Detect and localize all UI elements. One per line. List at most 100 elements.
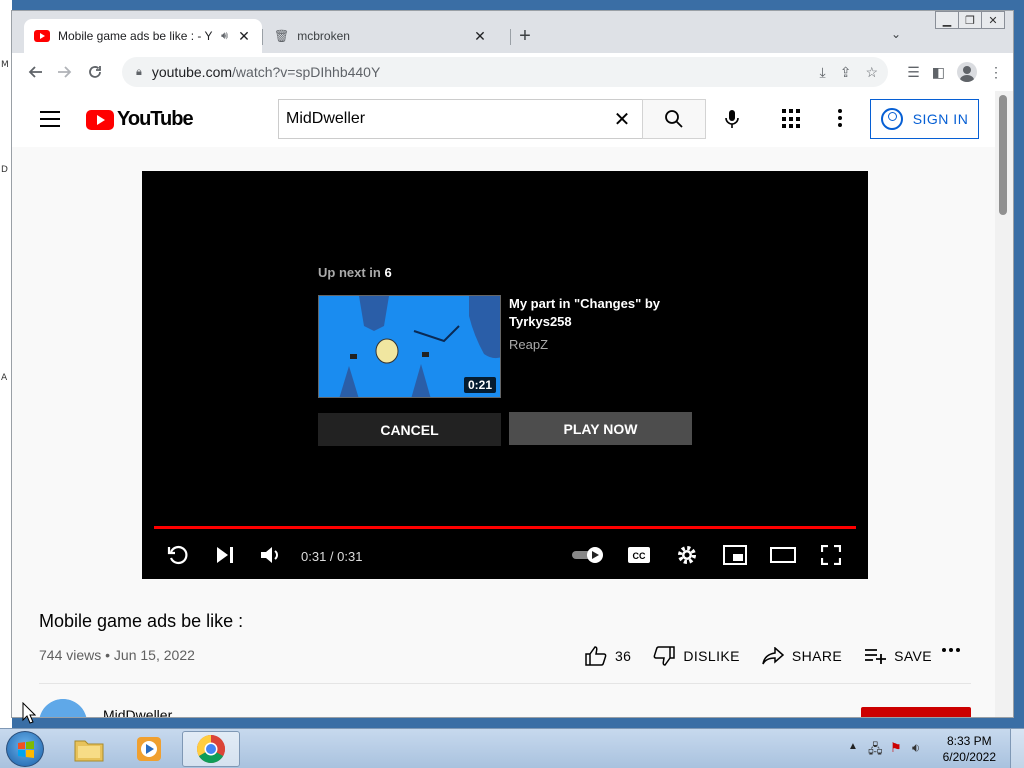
- network-icon[interactable]: 🖧︎: [868, 740, 883, 762]
- start-button[interactable]: [6, 731, 44, 767]
- folder-icon: [74, 740, 104, 762]
- minimize-button[interactable]: ▁: [935, 11, 959, 29]
- close-tab-icon[interactable]: ✕: [472, 28, 488, 45]
- subscribe-button[interactable]: SUBSCRIBE: [861, 707, 971, 717]
- cancel-autoplay-button[interactable]: CANCEL: [318, 413, 501, 446]
- theater-mode-button[interactable]: [770, 543, 796, 567]
- tab-search-icon[interactable]: ⌄: [891, 27, 901, 41]
- channel-name[interactable]: MidDweller: [103, 707, 172, 717]
- video-actions: 36 DISLIKE SHARE SAVE: [585, 639, 954, 673]
- clock[interactable]: 8:33 PM 6/20/2022: [943, 733, 996, 765]
- bookmark-star-icon[interactable]: ☆: [865, 64, 878, 81]
- clock-time: 8:33 PM: [946, 734, 992, 748]
- settings-more-icon[interactable]: [838, 109, 844, 130]
- speaker-icon[interactable]: 🔊︎: [221, 30, 228, 43]
- search-icon: [665, 110, 683, 128]
- desktop-icon-label: A: [1, 373, 8, 383]
- side-panel-icon[interactable]: ◧: [932, 64, 945, 81]
- next-button[interactable]: [212, 543, 238, 567]
- miniplayer-button[interactable]: [722, 543, 748, 567]
- show-desktop-button[interactable]: [1010, 729, 1024, 768]
- like-count: 36: [615, 648, 632, 664]
- reload-button[interactable]: [80, 57, 110, 87]
- save-button[interactable]: SAVE: [864, 648, 932, 664]
- youtube-apps-icon[interactable]: [782, 109, 802, 129]
- sign-in-label: SIGN IN: [912, 111, 969, 127]
- share-page-icon[interactable]: ⇪: [840, 64, 852, 81]
- autoplay-toggle[interactable]: [569, 543, 607, 567]
- reading-list-icon[interactable]: ☰: [907, 64, 920, 81]
- share-button[interactable]: SHARE: [762, 647, 842, 665]
- taskbar-media-player[interactable]: [120, 731, 178, 767]
- forward-button[interactable]: [50, 57, 80, 87]
- play-now-button[interactable]: PLAY NOW: [509, 412, 692, 445]
- youtube-play-icon: [86, 109, 114, 130]
- taskbar-chrome[interactable]: [182, 731, 240, 767]
- mute-button[interactable]: [258, 543, 284, 567]
- profile-avatar-icon[interactable]: [957, 62, 977, 82]
- browser-toolbar: 🔒︎ youtube.com/watch?v=spDIhhb440Y ⤓ ⇪ ☆…: [12, 53, 1013, 91]
- tab-youtube[interactable]: Mobile game ads be like : - Y 🔊︎ ✕: [24, 19, 262, 53]
- next-video-channel: ReapZ: [509, 337, 549, 352]
- url-text[interactable]: youtube.com/watch?v=spDIhhb440Y: [152, 64, 820, 80]
- close-window-button[interactable]: ✕: [981, 11, 1005, 29]
- page-scrollbar[interactable]: [995, 91, 1013, 717]
- sign-in-button[interactable]: SIGN IN: [870, 99, 979, 139]
- fullscreen-icon: [821, 545, 841, 565]
- search-input[interactable]: MidDweller ✕: [278, 99, 642, 139]
- svg-text:CC: CC: [633, 551, 646, 561]
- like-button[interactable]: 36: [585, 646, 631, 666]
- windows-logo-icon: [18, 741, 34, 758]
- skip-next-icon: [217, 547, 233, 563]
- progress-bar[interactable]: [154, 526, 856, 529]
- more-actions-icon[interactable]: [942, 648, 960, 652]
- desktop-icon-label: M: [1, 60, 9, 70]
- new-tab-button[interactable]: +: [514, 25, 536, 48]
- captions-button[interactable]: CC: [626, 543, 652, 567]
- dislike-button[interactable]: DISLIKE: [653, 646, 740, 666]
- clear-search-icon[interactable]: ✕: [602, 107, 642, 132]
- fullscreen-button[interactable]: [818, 543, 844, 567]
- address-bar[interactable]: 🔒︎ youtube.com/watch?v=spDIhhb440Y ⤓ ⇪ ☆: [122, 57, 888, 87]
- close-tab-icon[interactable]: ✕: [236, 28, 252, 45]
- youtube-logo[interactable]: YouTube: [86, 108, 194, 131]
- lock-icon: 🔒︎: [136, 65, 142, 78]
- closed-captions-icon: CC: [628, 547, 650, 563]
- voice-search-button[interactable]: [718, 105, 746, 133]
- restore-button[interactable]: ❐: [958, 11, 982, 29]
- video-player[interactable]: Up next in 6 0:21 My part in "Changes" b…: [142, 171, 868, 579]
- reload-icon: [89, 66, 101, 78]
- forward-arrow-icon: [58, 66, 72, 78]
- action-center-icon[interactable]: ⚑: [890, 740, 902, 756]
- taskbar-explorer[interactable]: [60, 731, 118, 767]
- tab-divider: [262, 29, 263, 45]
- back-button[interactable]: [20, 57, 50, 87]
- thumbs-down-icon: [653, 646, 676, 666]
- time-display: 0:31 / 0:31: [301, 549, 363, 564]
- next-video-title[interactable]: My part in "Changes" by Tyrkys258: [509, 295, 679, 331]
- dislike-label: DISLIKE: [683, 648, 740, 664]
- share-arrow-icon: [762, 647, 784, 665]
- volume-tray-icon[interactable]: 🔉︎: [912, 740, 920, 756]
- divider: [39, 683, 971, 684]
- scrollbar-thumb[interactable]: [999, 95, 1007, 215]
- theater-mode-icon: [770, 547, 796, 563]
- clock-date: 6/20/2022: [942, 750, 996, 764]
- microphone-icon: [725, 110, 739, 128]
- install-app-icon[interactable]: ⤓: [820, 64, 826, 81]
- hamburger-menu-icon[interactable]: [40, 111, 60, 132]
- replay-button[interactable]: [164, 543, 190, 567]
- show-hidden-icons-icon[interactable]: ▲: [848, 741, 858, 752]
- search-query[interactable]: MidDweller: [286, 110, 602, 128]
- search-button[interactable]: [642, 99, 706, 139]
- browser-menu-icon[interactable]: ⋮: [989, 64, 1003, 81]
- share-label: SHARE: [791, 648, 843, 664]
- media-player-icon: [137, 737, 161, 761]
- replay-icon: [167, 545, 188, 565]
- channel-avatar[interactable]: [39, 699, 87, 717]
- autoplay-toggle-icon: [572, 547, 603, 563]
- taskbar: ▲ 🖧︎ ⚑ 🔉︎ 8:33 PM 6/20/2022: [0, 728, 1024, 768]
- next-video-thumbnail[interactable]: 0:21: [318, 295, 501, 398]
- tab-mcbroken[interactable]: 🗑︎ mcbroken ✕: [264, 19, 498, 53]
- settings-button[interactable]: [674, 543, 700, 567]
